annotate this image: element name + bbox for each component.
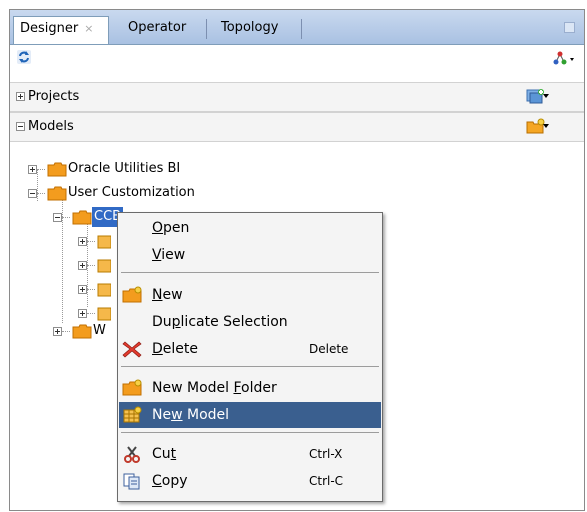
delete-icon	[122, 341, 142, 358]
expand-icon[interactable]	[16, 92, 25, 101]
tab-close-icon[interactable]: ×	[84, 22, 93, 35]
tree-connector	[62, 217, 70, 218]
tree-connector	[62, 331, 70, 332]
menu-item-view[interactable]: View	[119, 242, 381, 268]
tree-connector	[37, 169, 45, 170]
menu-item-label: New	[152, 287, 183, 303]
expand-icon[interactable]	[78, 285, 87, 294]
menu-shortcut: Ctrl-C	[309, 474, 344, 488]
tab-designer[interactable]: Designer ×	[13, 16, 109, 44]
tree-node-label: User Customization	[68, 185, 195, 200]
menu-item-new-model[interactable]: New Model	[119, 402, 381, 428]
menu-item-label: View	[152, 247, 186, 263]
menu-item-label: Copy	[152, 473, 188, 489]
model-icon	[97, 235, 111, 249]
menu-shortcut: Delete	[309, 342, 349, 356]
expand-icon[interactable]	[78, 309, 87, 318]
copy-icon	[123, 473, 140, 490]
tab-designer-label: Designer	[20, 21, 79, 36]
collapse-icon[interactable]	[28, 189, 37, 198]
model-icon	[97, 307, 111, 321]
menu-item-label: New Model	[152, 407, 230, 423]
menu-item-label: Delete	[152, 341, 198, 357]
collapse-icon[interactable]	[16, 122, 25, 131]
minimize-panel-icon[interactable]	[564, 22, 575, 33]
model-icon	[97, 283, 111, 297]
tab-operator-label: Operator	[128, 20, 187, 35]
model-folder-icon	[47, 162, 67, 177]
model-folder-icon	[47, 186, 67, 201]
menu-item-new[interactable]: New	[119, 282, 381, 308]
new-folder-icon	[122, 286, 142, 303]
menu-separator	[121, 272, 379, 273]
menu-item-copy[interactable]: Copy Ctrl-C	[119, 468, 381, 494]
menu-separator	[121, 432, 379, 433]
menu-item-open[interactable]: Open	[119, 215, 381, 241]
menu-separator	[121, 366, 379, 367]
tree-connector	[87, 289, 95, 290]
tree-connector	[37, 193, 45, 194]
new-model-folder-icon	[122, 379, 142, 396]
tree-connector	[87, 265, 95, 266]
model-folder-icon	[72, 210, 92, 225]
menu-item-label: New Model Folder	[152, 380, 277, 396]
expand-icon[interactable]	[28, 165, 37, 174]
tab-operator[interactable]: Operator	[122, 16, 186, 44]
menu-shortcut: Ctrl-X	[309, 447, 343, 461]
tree-node-label: Oracle Utilities BI	[68, 161, 181, 176]
model-folder-icon	[72, 324, 92, 339]
cut-icon	[124, 446, 140, 463]
models-label: Models	[28, 119, 74, 134]
tab-topology-label: Topology	[221, 20, 279, 35]
tree-connector	[87, 313, 95, 314]
tab-divider	[206, 19, 207, 39]
context-menu: Open View New Duplicate Selection Delete…	[117, 212, 383, 502]
menu-item-duplicate-selection[interactable]: Duplicate Selection	[119, 309, 381, 335]
navigator-toolbar	[10, 45, 584, 83]
tab-bar: Designer × Operator Topology	[10, 10, 584, 45]
models-section[interactable]: Models	[10, 112, 584, 142]
refresh-icon[interactable]	[16, 49, 32, 65]
tree-connector	[87, 241, 95, 242]
menu-item-label: Open	[152, 220, 190, 236]
tree-node-label: W	[93, 323, 106, 338]
tree-node-oracle-utilities-bi[interactable]: Oracle Utilities BI	[28, 159, 248, 179]
menu-item-label: Duplicate Selection	[152, 314, 288, 330]
menu-item-delete[interactable]: Delete Delete	[119, 336, 381, 362]
model-icon	[97, 259, 111, 273]
expand-icon[interactable]	[78, 261, 87, 270]
expand-icon[interactable]	[78, 237, 87, 246]
tab-topology[interactable]: Topology	[215, 16, 278, 44]
collapse-icon[interactable]	[53, 213, 62, 222]
projects-menu-caret-icon[interactable]	[543, 94, 549, 98]
tree-node-user-customization[interactable]: User Customization	[28, 183, 248, 203]
projects-section[interactable]: Projects	[10, 82, 584, 112]
new-model-icon	[123, 406, 142, 423]
menu-item-label: Cut	[152, 446, 177, 462]
models-menu-caret-icon[interactable]	[543, 124, 549, 128]
topology-icon[interactable]	[552, 50, 576, 66]
tab-divider	[301, 19, 302, 39]
projects-label: Projects	[28, 89, 80, 104]
menu-item-new-model-folder[interactable]: New Model Folder	[119, 375, 381, 401]
menu-item-cut[interactable]: Cut Ctrl-X	[119, 441, 381, 467]
expand-icon[interactable]	[53, 327, 62, 336]
